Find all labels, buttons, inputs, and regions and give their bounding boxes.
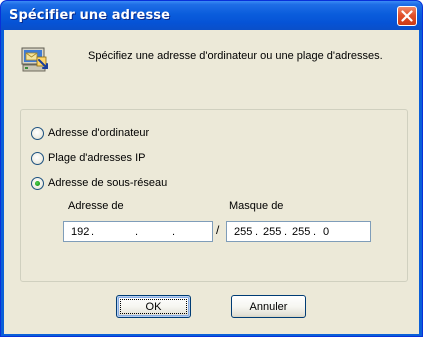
radio-button-selected[interactable]: [31, 176, 44, 190]
subnet-address-input[interactable]: 192 . . .: [63, 221, 213, 242]
radio-button[interactable]: [31, 126, 44, 140]
address-dot: .: [135, 226, 139, 238]
mask-dot: .: [313, 226, 317, 238]
subnet-mask-input[interactable]: 255 . 255 . 255 . 0: [226, 221, 371, 242]
window-title: Spécifier une adresse: [9, 8, 171, 23]
radio-computer-address[interactable]: Adresse d'ordinateur: [31, 125, 149, 141]
subnet-mask-label: Masque de: [229, 200, 284, 212]
title-bar[interactable]: Spécifier une adresse: [1, 1, 422, 30]
radio-label: Adresse de sous-réseau: [48, 177, 168, 189]
close-icon: [401, 10, 413, 22]
mask-octet-4: 0: [323, 226, 330, 238]
radio-ip-range[interactable]: Plage d'adresses IP: [31, 150, 146, 166]
mask-dot: .: [255, 226, 259, 238]
dialog-body: Spécifiez une adresse d'ordinateur ou un…: [4, 30, 419, 334]
subnet-address-label: Adresse de: [68, 200, 124, 212]
mask-octet-1: 255: [234, 226, 253, 238]
mask-dot: .: [284, 226, 288, 238]
network-address-icon: [21, 47, 48, 72]
cancel-button-label: Annuler: [249, 300, 288, 313]
radio-selected-dot: [35, 180, 40, 186]
radio-subnet-address[interactable]: Adresse de sous-réseau: [31, 175, 167, 191]
radio-button[interactable]: [31, 151, 44, 165]
ok-button[interactable]: OK: [116, 295, 191, 318]
radio-label: Plage d'adresses IP: [48, 152, 146, 164]
close-button[interactable]: [397, 6, 417, 26]
dialog-window: Spécifier une adresse Spécifiez une adre…: [0, 0, 423, 337]
dialog-description: Spécifiez une adresse d'ordinateur ou un…: [88, 50, 383, 62]
mask-octet-2: 255: [263, 226, 282, 238]
address-octet-1: 192: [71, 226, 90, 238]
address-dot: .: [172, 226, 176, 238]
cancel-button[interactable]: Annuler: [231, 295, 306, 318]
mask-octet-3: 255: [292, 226, 311, 238]
focus-indicator: [120, 299, 187, 314]
radio-label: Adresse d'ordinateur: [48, 127, 150, 139]
address-dot: .: [91, 226, 95, 238]
address-mask-separator: /: [216, 223, 220, 237]
